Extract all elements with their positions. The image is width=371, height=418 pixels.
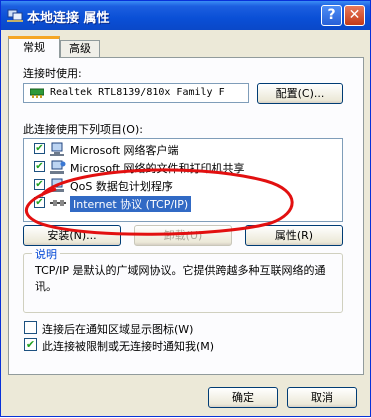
item-checkbox[interactable]: ✔ bbox=[34, 179, 45, 190]
item-label: Internet 协议 (TCP/IP) bbox=[70, 196, 192, 212]
install-button[interactable]: 安装(N)... bbox=[23, 225, 121, 246]
tab-advanced[interactable]: 高级 bbox=[60, 40, 100, 58]
list-item-qos[interactable]: ✔ QoS 数据包计划程序 bbox=[26, 176, 340, 194]
tab-general[interactable]: 常规 bbox=[8, 36, 60, 58]
network-adapter-icon bbox=[30, 88, 44, 98]
properties-dialog: 本地连接 属性 ? ✕ 常规 高级 连接时使用: Realtek RTL8139… bbox=[0, 0, 371, 417]
item-label: Microsoft 网络的文件和打印机共享 bbox=[70, 162, 245, 175]
help-button[interactable]: ? bbox=[321, 5, 342, 26]
components-list[interactable]: ✔ Microsoft 网络客户端 ✔ Microsoft 网络的文件和打印机共… bbox=[23, 138, 343, 222]
items-label: 此连接使用下列项目(O): bbox=[23, 123, 143, 136]
connect-using-label: 连接时使用: bbox=[23, 67, 82, 80]
properties-button[interactable]: 属性(R) bbox=[245, 225, 343, 246]
list-item-network-client[interactable]: ✔ Microsoft 网络客户端 bbox=[26, 140, 340, 158]
window-title: 本地连接 属性 bbox=[27, 11, 110, 26]
uninstall-button[interactable]: 卸载(U) bbox=[134, 225, 232, 246]
cancel-button[interactable]: 取消 bbox=[287, 387, 357, 408]
ok-button[interactable]: 确定 bbox=[208, 387, 278, 408]
show-icon-checkbox[interactable] bbox=[24, 321, 37, 334]
protocol-icon bbox=[50, 200, 66, 206]
item-label: Microsoft 网络客户端 bbox=[70, 144, 179, 157]
network-client-icon bbox=[50, 142, 64, 156]
adapter-field: Realtek RTL8139/810x Family F bbox=[23, 83, 249, 103]
item-checkbox[interactable]: ✔ bbox=[34, 143, 45, 154]
item-checkbox[interactable]: ✔ bbox=[34, 161, 45, 172]
list-item-tcpip[interactable]: ✔ Internet 协议 (TCP/IP) bbox=[26, 194, 340, 212]
show-icon-label[interactable]: 连接后在通知区域显示图标(W) bbox=[42, 321, 193, 337]
title-bar[interactable]: 本地连接 属性 ? ✕ bbox=[1, 1, 370, 30]
close-button[interactable]: ✕ bbox=[344, 5, 365, 26]
item-checkbox[interactable]: ✔ bbox=[34, 197, 45, 208]
network-connection-icon bbox=[7, 9, 23, 22]
list-item-file-sharing[interactable]: ✔ Microsoft 网络的文件和打印机共享 bbox=[26, 158, 340, 176]
item-label: QoS 数据包计划程序 bbox=[70, 180, 173, 193]
notify-label[interactable]: 此连接被限制或无连接时通知我(M) bbox=[42, 338, 214, 354]
qos-scheduler-icon bbox=[50, 178, 64, 192]
file-printer-sharing-icon bbox=[50, 160, 66, 174]
notify-checkbox[interactable]: ✔ bbox=[24, 338, 37, 351]
adapter-name: Realtek RTL8139/810x Family F bbox=[50, 87, 225, 98]
description-text: TCP/IP 是默认的广域网协议。它提供跨越多种互联网络的通讯。 bbox=[35, 264, 326, 293]
description-title: 说明 bbox=[32, 246, 60, 262]
configure-button[interactable]: 配置(C)... bbox=[257, 83, 343, 104]
